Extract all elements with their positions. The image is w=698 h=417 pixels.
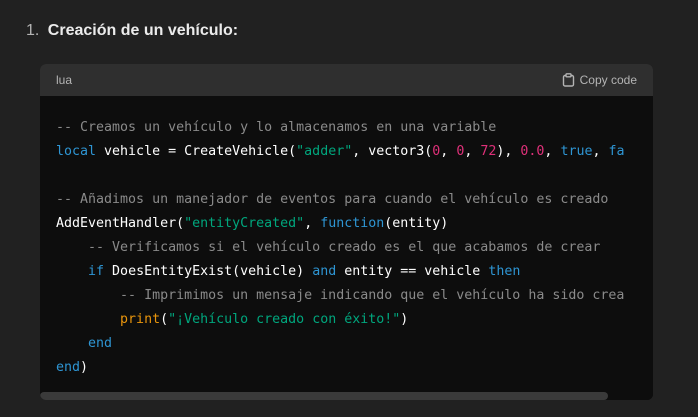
list-number: 1. <box>26 22 40 39</box>
horizontal-scrollbar[interactable] <box>40 392 653 400</box>
code-token-keyword: true <box>560 144 593 159</box>
code-token-plain: ) <box>400 312 409 327</box>
code-line: print("¡Vehículo creado con éxito!") <box>56 308 625 332</box>
code-token-plain: ) <box>80 360 89 375</box>
code-token-plain: ), <box>496 144 521 159</box>
code-token-string: "¡Vehículo creado con éxito!" <box>168 312 401 327</box>
code-token-keyword: if <box>88 264 105 279</box>
code-language-label: lua <box>56 73 73 87</box>
code-token-plain: , <box>440 144 457 159</box>
code-token-keyword: then <box>488 264 521 279</box>
copy-code-label: Copy code <box>579 73 637 87</box>
code-token-plain: , <box>592 144 609 159</box>
code-line: -- Creamos un vehículo y lo almacenamos … <box>56 116 625 140</box>
clipboard-icon <box>562 73 575 87</box>
code-token-keyword: end <box>88 336 113 351</box>
code-token-keyword: local <box>56 144 97 159</box>
code-token-plain: (entity) <box>384 216 449 231</box>
code-line: -- Añadimos un manejador de eventos para… <box>56 188 625 212</box>
code-token-keyword: function <box>320 216 385 231</box>
code-token-plain: , <box>544 144 561 159</box>
scrollbar-thumb[interactable] <box>40 392 608 400</box>
code-token-plain: , <box>464 144 481 159</box>
code-token-plain: AddEventHandler( <box>56 216 185 231</box>
code-token-keyword: end <box>56 360 81 375</box>
numbered-list-item: 1. Creación de un vehículo: <box>26 20 238 42</box>
code-token-builtin: print <box>120 312 161 327</box>
code-line: AddEventHandler("entityCreated", functio… <box>56 212 625 236</box>
code-body: -- Creamos un vehículo y lo almacenamos … <box>40 96 653 400</box>
code-token-plain: vehicle = CreateVehicle( <box>96 144 297 159</box>
code-line: end) <box>56 356 625 380</box>
code-block: lua Copy code -- Creamos un vehículo y l… <box>40 64 653 400</box>
code-token-plain: , vector3( <box>352 144 433 159</box>
code-token-plain: ( <box>160 312 169 327</box>
code-line: local vehicle = CreateVehicle("adder", v… <box>56 140 625 164</box>
code-token-comment: -- Imprimimos un mensaje indicando que e… <box>120 288 625 303</box>
code-block-header: lua Copy code <box>40 64 653 96</box>
code-line: end <box>56 332 625 356</box>
code-content: -- Creamos un vehículo y lo almacenamos … <box>56 116 625 380</box>
code-token-plain: entity == vehicle <box>336 264 489 279</box>
code-token-keyword: fa <box>608 144 625 159</box>
code-token-number: 0.0 <box>520 144 545 159</box>
code-token-plain: , <box>304 216 321 231</box>
code-token-string: "adder" <box>296 144 353 159</box>
code-token-plain: DoesEntityExist(vehicle) <box>104 264 313 279</box>
code-token-keyword: and <box>312 264 337 279</box>
copy-code-button[interactable]: Copy code <box>562 73 637 87</box>
code-token-string: "entityCreated" <box>184 216 305 231</box>
code-line: -- Verificamos si el vehículo creado es … <box>56 236 625 260</box>
code-line: -- Imprimimos un mensaje indicando que e… <box>56 284 625 308</box>
code-token-comment: -- Verificamos si el vehículo creado es … <box>88 240 601 255</box>
code-token-number: 72 <box>480 144 497 159</box>
code-token-comment: -- Añadimos un manejador de eventos para… <box>56 192 609 207</box>
code-line: if DoesEntityExist(vehicle) and entity =… <box>56 260 625 284</box>
code-token-comment: -- Creamos un vehículo y lo almacenamos … <box>56 120 497 135</box>
list-item-heading: Creación de un vehículo: <box>47 22 239 39</box>
